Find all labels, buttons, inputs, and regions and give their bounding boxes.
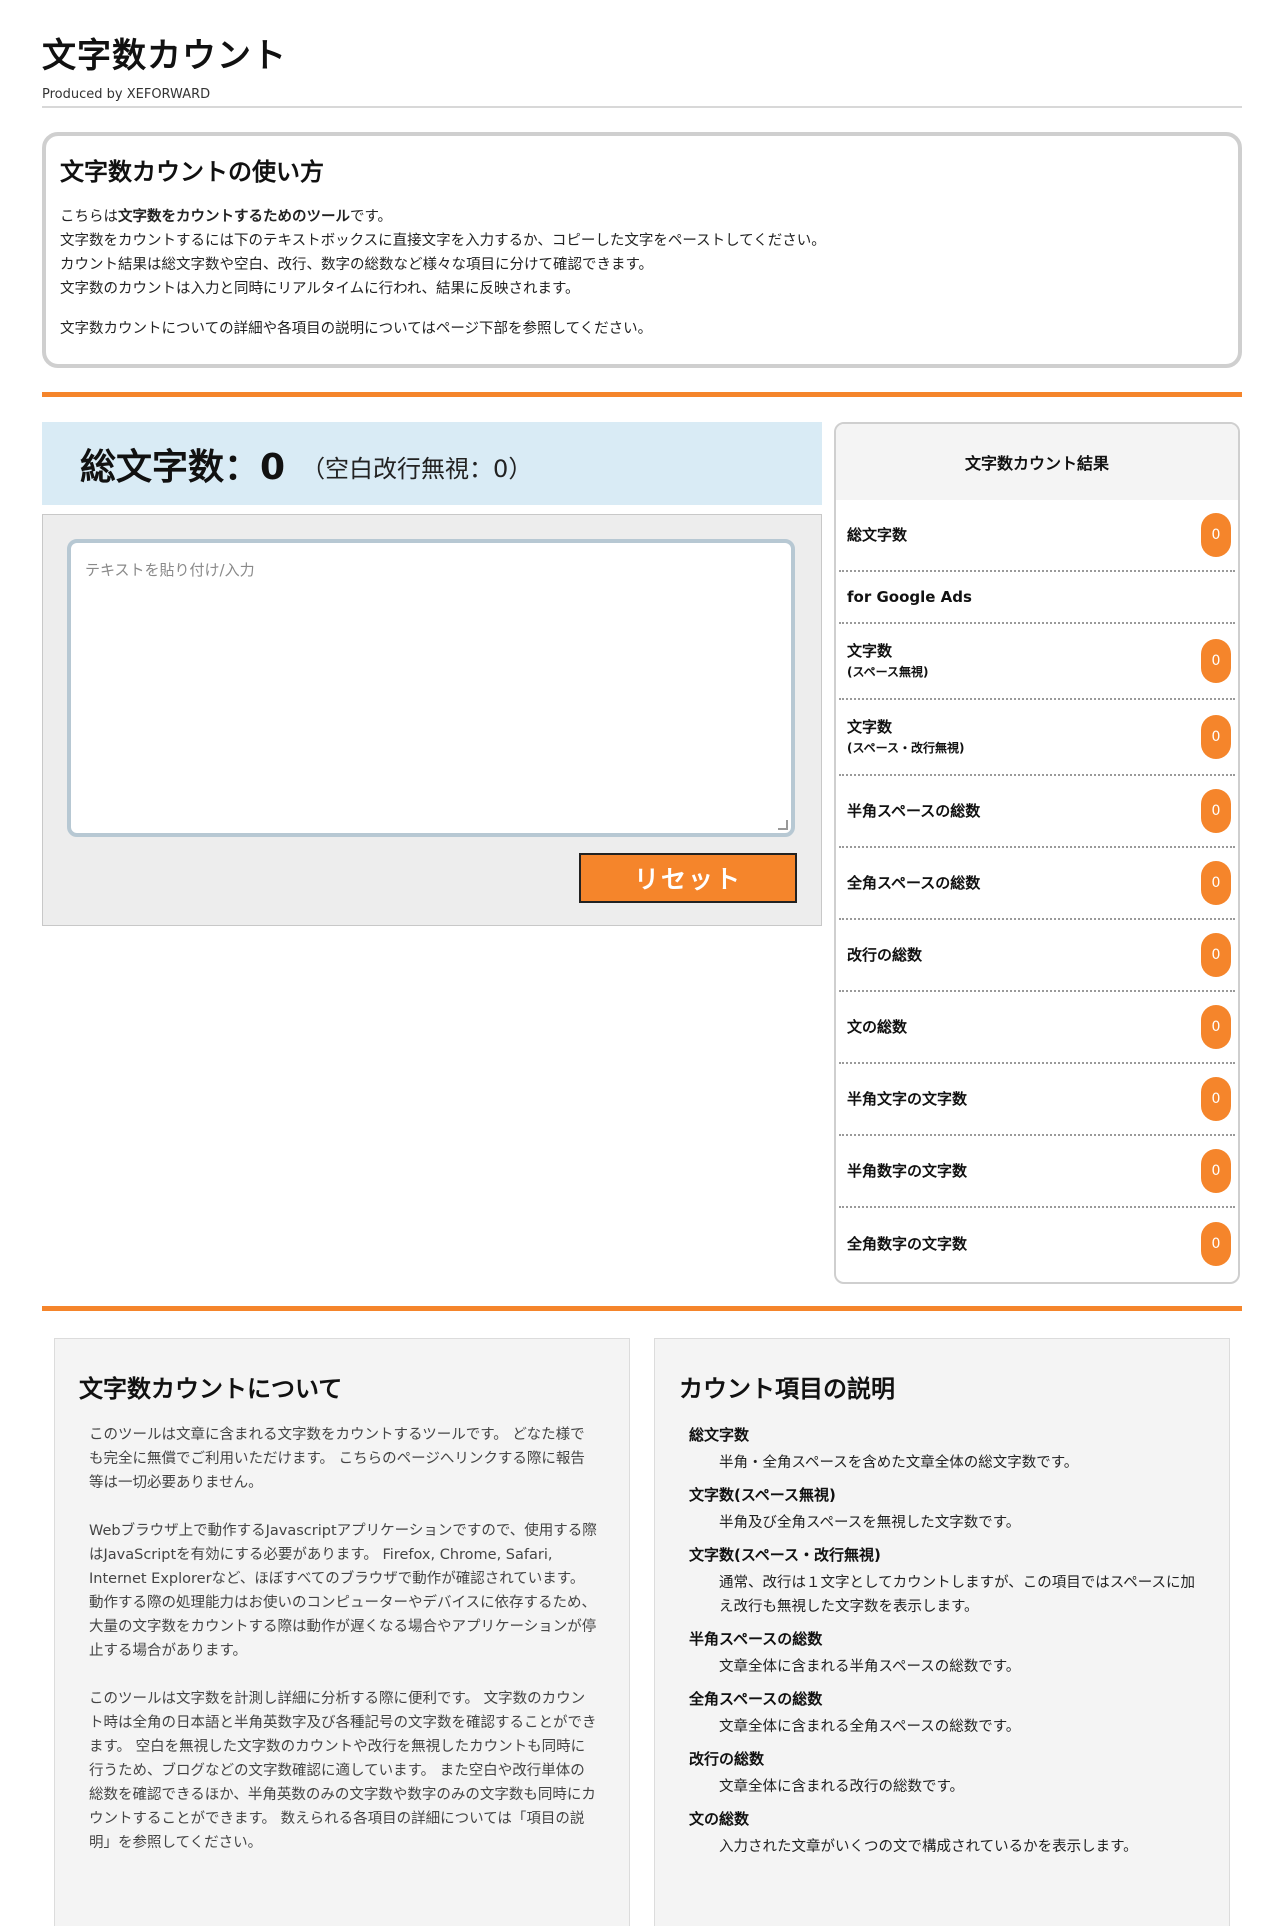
- total-count-label: 総文字数：0: [80, 446, 286, 488]
- input-panel: テキストを貼り付け/入力 リセット: [42, 514, 822, 926]
- orange-divider-bottom: [42, 1306, 1242, 1311]
- result-label-text: 全角数字の文字数: [847, 1235, 968, 1253]
- item-description: 文章全体に含まれる全角スペースの総数です。: [719, 1719, 1021, 1735]
- about-section: 文字数カウントについて このツールは文章に含まれる文字数をカウントするツールです…: [54, 1338, 630, 1926]
- site-title: 文字数カウント: [42, 36, 287, 76]
- orange-divider-top: [42, 392, 1242, 397]
- howto-line-3: カウント結果は総文字数や空白、改行、数字の総数など様々な項目に分けて確認できます…: [60, 257, 654, 273]
- total-count-banner: 総文字数：0 （空白改行無視：0）: [42, 422, 822, 505]
- result-count-badge: 0: [1201, 789, 1231, 833]
- result-row: 半角文字の文字数 0: [839, 1064, 1235, 1136]
- result-count-badge: 0: [1201, 513, 1231, 557]
- result-count-badge: 0: [1201, 715, 1231, 759]
- howto-line-2: 文字数をカウントするには下のテキストボックスに直接文字を入力するか、コピーした文…: [60, 233, 826, 249]
- item-description: 文章全体に含まれる半角スペースの総数です。: [719, 1659, 1021, 1675]
- about-title: 文字数カウントについて: [79, 1375, 343, 1403]
- result-count-badge: 0: [1201, 861, 1231, 905]
- result-row: 改行の総数 0: [839, 920, 1235, 992]
- howto-line-4: 文字数のカウントは入力と同時にリアルタイムに行われ、結果に反映されます。: [60, 281, 580, 297]
- about-paragraph-3: このツールは文字数を計測し詳細に分析する際に便利です。 文字数のカウント時は全角…: [89, 1691, 597, 1851]
- result-row: 文字数 (スペース・改行無視) 0: [839, 700, 1235, 776]
- item-name: 改行の総数: [689, 1750, 765, 1768]
- result-count-badge: 0: [1201, 1222, 1231, 1266]
- result-label-note: (スペース・改行無視): [847, 741, 965, 755]
- result-row: 全角スペースの総数 0: [839, 848, 1235, 920]
- result-label-text: 文字数: [847, 718, 893, 736]
- howto-line-1-post: です。: [350, 209, 393, 225]
- text-input-area[interactable]: テキストを貼り付け/入力: [67, 539, 795, 837]
- items-section: カウント項目の説明 総文字数 半角・全角スペースを含めた文章全体の総文字数です。文…: [654, 1338, 1230, 1926]
- item-description: 半角及び全角スペースを無視した文字数です。: [719, 1515, 1021, 1531]
- result-label: 半角スペースの総数: [847, 800, 980, 822]
- result-row: 半角スペースの総数 0: [839, 776, 1235, 848]
- item-name: 半角スペースの総数: [689, 1630, 823, 1648]
- about-paragraph-1: このツールは文章に含まれる文字数をカウントするツールです。 どなた様でも完全に無…: [89, 1427, 585, 1491]
- result-label-text: 文の総数: [847, 1018, 908, 1036]
- result-label: for Google Ads: [847, 586, 972, 608]
- result-row: for Google Ads: [839, 572, 1235, 624]
- result-row: 文字数 (スペース無視) 0: [839, 624, 1235, 700]
- results-panel: 文字数カウント結果 総文字数 0 for Google Ads 文字数 (スペース無視)…: [834, 422, 1240, 1284]
- result-label: 半角文字の文字数: [847, 1088, 967, 1110]
- item-description: 入力された文章がいくつの文で構成されているかを表示します。: [719, 1839, 1138, 1855]
- site-header: 文字数カウント Produced by XEFORWARD: [42, 28, 1242, 102]
- howto-title: 文字数カウントの使い方: [60, 158, 324, 186]
- item-name: 総文字数: [689, 1426, 750, 1444]
- items-title: カウント項目の説明: [679, 1375, 895, 1403]
- result-count-badge: 0: [1201, 1149, 1231, 1193]
- result-label-text: 改行の総数: [847, 946, 923, 964]
- result-label: 文の総数: [847, 1016, 907, 1038]
- result-label-text: 半角スペースの総数: [847, 802, 981, 820]
- result-row: 総文字数 0: [839, 500, 1235, 572]
- about-paragraph-2: Webブラウザ上で動作するJavascriptアプリケーションですので、使用する…: [89, 1523, 597, 1659]
- item-name: 文の総数: [689, 1810, 750, 1828]
- item-description: 半角・全角スペースを含めた文章全体の総文字数です。: [719, 1455, 1079, 1471]
- result-label-text: 全角スペースの総数: [847, 874, 981, 892]
- result-label-text: 総文字数: [847, 526, 908, 544]
- item-description: 文章全体に含まれる改行の総数です。: [719, 1779, 965, 1795]
- result-label-text: 文字数: [847, 642, 893, 660]
- howto-line-1-pre: こちらは: [60, 209, 118, 225]
- result-label-text: 半角文字の文字数: [847, 1090, 968, 1108]
- item-name: 全角スペースの総数: [689, 1690, 823, 1708]
- howto-line-5: 文字数カウントについての詳細や各項目の説明についてはページ下部を参照してください…: [60, 321, 653, 337]
- result-label: 全角スペースの総数: [847, 872, 980, 894]
- result-row: 半角数字の文字数 0: [839, 1136, 1235, 1208]
- howto-box: 文字数カウントの使い方 こちらは文字数をカウントするためのツールです。 文字数を…: [42, 132, 1242, 368]
- result-count-badge: 0: [1201, 1005, 1231, 1049]
- result-label-text: 半角数字の文字数: [847, 1162, 968, 1180]
- header-divider: [42, 106, 1242, 108]
- result-row: 全角数字の文字数 0: [839, 1208, 1235, 1280]
- result-label: 改行の総数: [847, 944, 922, 966]
- result-count-badge: 0: [1201, 1077, 1231, 1121]
- result-label: 文字数 (スペース無視): [847, 640, 929, 682]
- reset-button[interactable]: リセット: [579, 853, 797, 903]
- howto-line-1-bold: 文字数をカウントするためのツール: [118, 209, 350, 225]
- total-count-ignore-whitespace: （空白改行無視：0）: [301, 455, 533, 483]
- result-label-text: for Google Ads: [847, 588, 972, 606]
- result-label: 総文字数: [847, 524, 907, 546]
- result-label: 半角数字の文字数: [847, 1160, 967, 1182]
- result-label-note: (スペース無視): [847, 665, 929, 679]
- producer-credit: Produced by XEFORWARD: [42, 87, 211, 102]
- text-input-placeholder: テキストを貼り付け/入力: [85, 561, 255, 579]
- item-name: 文字数(スペース無視): [689, 1486, 836, 1504]
- item-name: 文字数(スペース・改行無視): [689, 1546, 881, 1564]
- howto-line-1: こちらは文字数をカウントするためのツールです。: [60, 205, 1224, 229]
- result-row: 文の総数 0: [839, 992, 1235, 1064]
- results-title: 文字数カウント結果: [836, 424, 1238, 500]
- item-description: 通常、改行は１文字としてカウントしますが、この項目ではスペースに加え改行も無視し…: [719, 1575, 1196, 1615]
- result-label: 全角数字の文字数: [847, 1233, 967, 1255]
- result-count-badge: 0: [1201, 933, 1231, 977]
- result-label: 文字数 (スペース・改行無視): [847, 716, 965, 758]
- resize-grip-icon[interactable]: [778, 820, 788, 830]
- result-count-badge: 0: [1201, 639, 1231, 683]
